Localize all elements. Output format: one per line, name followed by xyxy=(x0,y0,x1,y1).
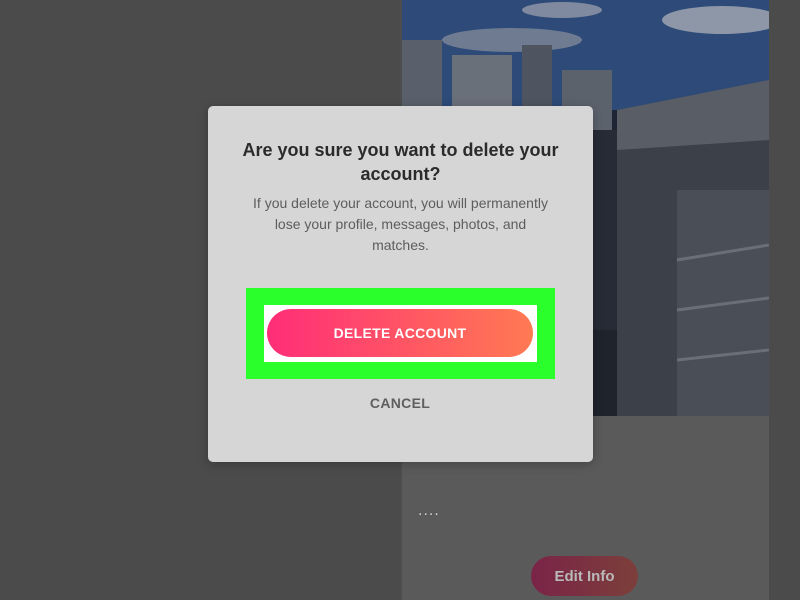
delete-account-button[interactable]: DELETE ACCOUNT xyxy=(267,309,533,357)
highlight-box: DELETE ACCOUNT xyxy=(246,288,555,379)
edit-info-button[interactable]: Edit Info xyxy=(531,556,638,596)
dialog-title: Are you sure you want to delete your acc… xyxy=(242,140,559,184)
cancel-button[interactable]: CANCEL xyxy=(350,392,450,414)
right-edge xyxy=(769,0,800,600)
dialog-message: If you delete your account, you will per… xyxy=(253,195,548,253)
delete-account-dialog: Are you sure you want to delete your acc… xyxy=(208,106,593,462)
delete-button-frame: DELETE ACCOUNT xyxy=(264,305,537,362)
bio-ellipsis: .... xyxy=(418,502,440,519)
